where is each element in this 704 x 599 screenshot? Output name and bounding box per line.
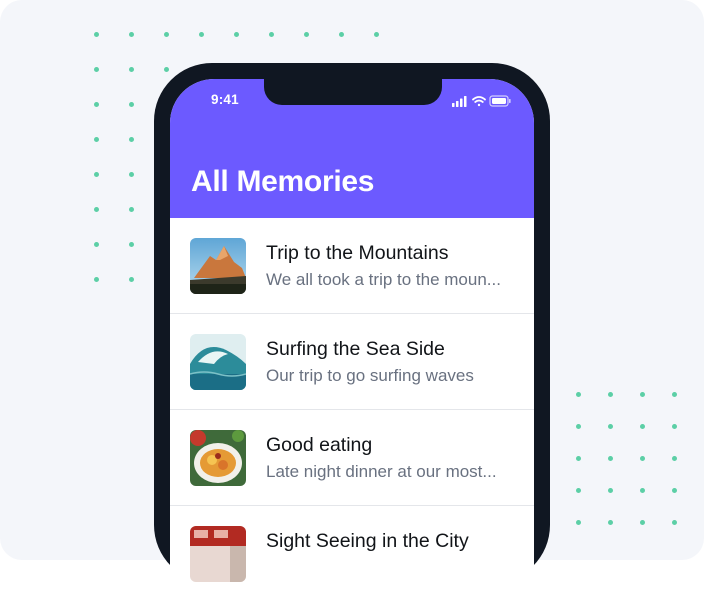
decorative-dot <box>129 277 134 282</box>
list-item[interactable]: Trip to the Mountains We all took a trip… <box>170 218 534 314</box>
decorative-dot <box>164 32 169 37</box>
status-time: 9:41 <box>211 92 239 107</box>
memory-subtitle: Our trip to go surfing waves <box>266 366 474 385</box>
decorative-dot <box>94 137 99 142</box>
decorative-dot <box>672 488 677 493</box>
decorative-dot <box>129 242 134 247</box>
decorative-dot <box>640 424 645 429</box>
decorative-dot <box>672 456 677 461</box>
decorative-dot <box>576 456 581 461</box>
decorative-dot <box>374 32 379 37</box>
decorative-dot <box>129 67 134 72</box>
decorative-dot <box>608 424 613 429</box>
memory-subtitle: We all took a trip to the moun... <box>266 270 501 289</box>
memory-title: Good eating <box>266 434 373 456</box>
decorative-dot <box>94 207 99 212</box>
food-thumbnail <box>190 430 246 486</box>
decorative-dot <box>129 137 134 142</box>
decorative-dot <box>672 520 677 525</box>
decorative-dot <box>164 67 169 72</box>
decorative-dot <box>608 488 613 493</box>
decorative-dot <box>304 32 309 37</box>
decorative-dot <box>199 32 204 37</box>
wifi-icon <box>472 96 486 107</box>
decorative-dot <box>608 456 613 461</box>
signal-icon <box>452 96 467 107</box>
memory-title: Surfing the Sea Side <box>266 338 445 360</box>
status-icons <box>452 94 512 107</box>
list-item[interactable]: Good eating Late night dinner at our mos… <box>170 410 534 506</box>
decorative-dot <box>129 207 134 212</box>
decorative-dot <box>129 172 134 177</box>
decorative-dot <box>608 520 613 525</box>
decorative-dot <box>640 488 645 493</box>
phone-mockup: 9:41 All Memories Trip to the Mountains … <box>154 63 550 599</box>
mountain-thumbnail <box>190 238 246 294</box>
decorative-dot <box>339 32 344 37</box>
decorative-dot <box>129 32 134 37</box>
decorative-dot <box>94 102 99 107</box>
decorative-dot <box>576 520 581 525</box>
decorative-dot <box>94 32 99 37</box>
decorative-dot <box>576 392 581 397</box>
app-header: 9:41 All Memories <box>170 79 534 218</box>
decorative-dot <box>94 277 99 282</box>
memory-title: Sight Seeing in the City <box>266 530 469 552</box>
decorative-dot <box>576 488 581 493</box>
city-thumbnail <box>190 526 246 582</box>
decorative-dot <box>94 67 99 72</box>
memories-list: Trip to the Mountains We all took a trip… <box>170 218 534 599</box>
memory-subtitle: Late night dinner at our most... <box>266 462 497 481</box>
page-title: All Memories <box>191 165 375 198</box>
decorative-dot <box>640 392 645 397</box>
phone-screen: 9:41 All Memories Trip to the Mountains … <box>170 79 534 599</box>
decorative-dot <box>672 392 677 397</box>
decorative-dot <box>129 102 134 107</box>
list-item[interactable]: Sight Seeing in the City <box>170 506 534 599</box>
phone-notch <box>264 79 442 105</box>
wave-thumbnail <box>190 334 246 390</box>
decorative-dot <box>94 172 99 177</box>
decorative-dot <box>234 32 239 37</box>
decorative-dot <box>640 520 645 525</box>
battery-icon <box>489 95 511 107</box>
decorative-dot <box>576 424 581 429</box>
decorative-dot <box>269 32 274 37</box>
decorative-dot <box>640 456 645 461</box>
decorative-dot <box>672 424 677 429</box>
list-item[interactable]: Surfing the Sea Side Our trip to go surf… <box>170 314 534 410</box>
memory-title: Trip to the Mountains <box>266 242 449 264</box>
decorative-dot <box>94 242 99 247</box>
decorative-dot <box>608 392 613 397</box>
